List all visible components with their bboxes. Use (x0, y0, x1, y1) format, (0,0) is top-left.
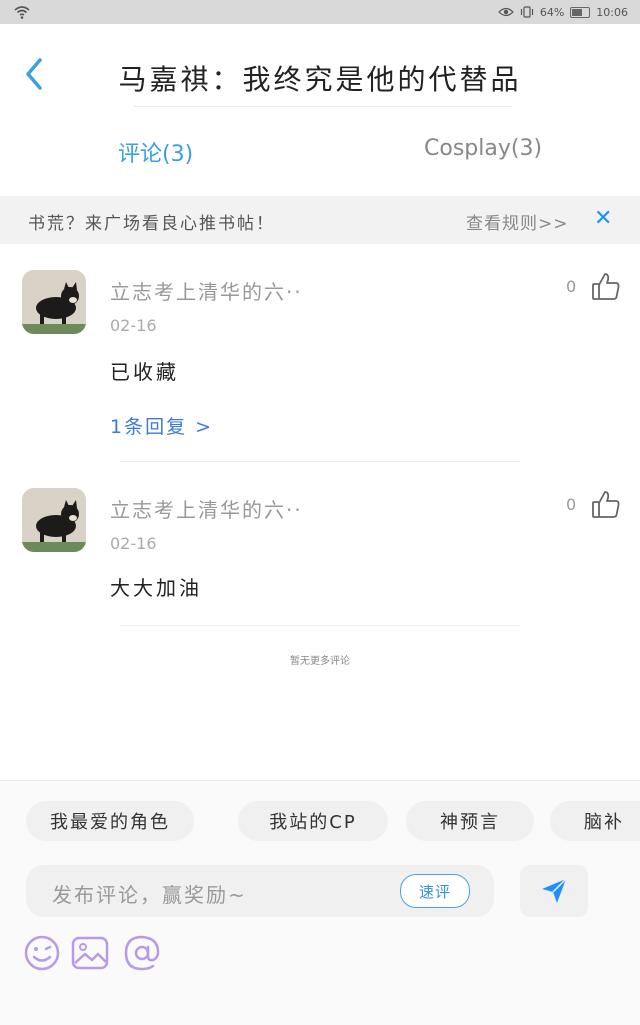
quick-tag-chip[interactable]: 脑补 (550, 801, 640, 841)
avatar[interactable] (22, 488, 86, 552)
comment-item: 立志考上清华的六·· 02-16 大大加油 0 (0, 462, 640, 626)
close-icon[interactable]: ✕ (594, 206, 612, 231)
paper-plane-icon (542, 878, 567, 903)
image-icon[interactable] (70, 933, 110, 973)
avatar[interactable] (22, 270, 86, 334)
notice-text: 书荒？来广场看良心推书帖！ (28, 214, 275, 234)
divider (120, 625, 520, 626)
no-more-comments: 暂无更多评论 (290, 656, 350, 667)
comment-item: 立志考上清华的六·· 02-16 已收藏 1条回复 > 0 (0, 244, 640, 462)
status-bar: 64% 10:06 (0, 0, 640, 24)
send-button[interactable] (520, 865, 588, 917)
view-replies-link[interactable]: 1条回复 > (110, 412, 213, 439)
tab-comments[interactable]: 评论(3) (118, 136, 193, 168)
thumbs-up-icon[interactable] (590, 270, 622, 302)
tab-bar: 评论(3) Cosplay(3) (0, 110, 640, 196)
battery-percent: 64% (539, 5, 565, 19)
comment-username[interactable]: 立志考上清华的六·· (110, 494, 303, 523)
tab-cosplay[interactable]: Cosplay(3) (424, 136, 542, 161)
notice-banner: 书荒？来广场看良心推书帖！ 查看规则>> ✕ (0, 196, 640, 244)
comment-text: 已收藏 (110, 360, 179, 384)
comment-composer: 我最爱的角色 我站的CP 神预言 脑补 发布评论，赢奖励~ 速评 (0, 780, 640, 1025)
comment-date: 02-16 (110, 316, 157, 335)
header: 马嘉祺：我终究是他的代替品 (0, 24, 640, 108)
wifi-icon (14, 6, 30, 19)
quick-comment-button[interactable]: 速评 (400, 874, 470, 908)
clock: 10:06 (596, 5, 628, 19)
quick-tag-chip[interactable]: 神预言 (406, 801, 534, 841)
vibrate-icon (520, 6, 533, 18)
battery-icon (570, 6, 591, 18)
like-count: 0 (566, 277, 577, 296)
chevron-left-icon[interactable] (20, 54, 50, 94)
status-right: 64% 10:06 (497, 0, 628, 24)
comment-input[interactable]: 发布评论，赢奖励~ 速评 (26, 865, 494, 917)
like-count: 0 (566, 495, 577, 514)
emoji-icon[interactable] (22, 933, 62, 973)
comment-input-placeholder: 发布评论，赢奖励~ (52, 883, 247, 907)
page-title: 马嘉祺：我终究是他的代替品 (118, 63, 522, 96)
divider (134, 106, 512, 107)
view-rules-link[interactable]: 查看规则>> (466, 209, 569, 234)
comment-text: 大大加油 (110, 576, 202, 600)
comment-date: 02-16 (110, 534, 157, 553)
eye-icon (497, 7, 514, 17)
comment-username[interactable]: 立志考上清华的六·· (110, 276, 303, 305)
quick-tag-chip[interactable]: 我最爱的角色 (26, 801, 194, 841)
at-icon[interactable] (122, 933, 162, 973)
quick-tag-chip[interactable]: 我站的CP (238, 801, 388, 841)
thumbs-up-icon[interactable] (590, 488, 622, 520)
